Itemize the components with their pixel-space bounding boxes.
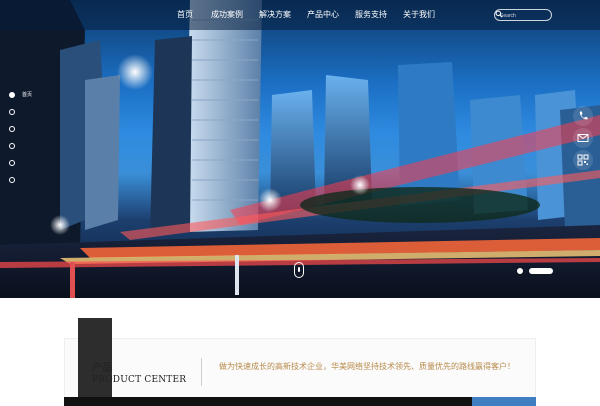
nav-item-products[interactable]: 产品中心 <box>307 9 339 20</box>
slide-dot[interactable] <box>517 268 523 274</box>
section-dot[interactable] <box>9 143 15 149</box>
nav-item-about[interactable]: 关于我们 <box>403 9 435 20</box>
phone-icon <box>579 111 588 120</box>
section-dot[interactable] <box>9 177 15 183</box>
dot-label-home: 首页 <box>22 92 33 98</box>
product-center-section: 产品 PRODUCT CENTER 做为快速成长的高新技术企业，华美网络坚持技术… <box>0 298 600 406</box>
slide-dot-active[interactable] <box>529 268 553 274</box>
divider <box>201 358 202 386</box>
nav-item-cases[interactable]: 成功案例 <box>211 9 243 20</box>
city-night-photo <box>0 0 600 298</box>
scroll-down-indicator[interactable] <box>294 262 304 278</box>
section-dot[interactable] <box>9 109 15 115</box>
section-dot[interactable] <box>9 160 15 166</box>
nav-item-home[interactable]: 首页 <box>177 9 193 20</box>
nav-item-support[interactable]: 服务支持 <box>355 9 387 20</box>
search-icon[interactable] <box>495 10 503 18</box>
email-contact-button[interactable] <box>573 128 593 148</box>
product-image-strip <box>64 397 472 406</box>
search-box <box>494 9 552 21</box>
product-accent-strip <box>472 397 536 406</box>
phone-contact-button[interactable] <box>573 106 593 126</box>
search-input[interactable] <box>500 11 540 20</box>
slider-pagination <box>517 266 555 276</box>
product-center-title-en: PRODUCT CENTER <box>92 375 187 385</box>
qrcode-icon <box>577 154 589 166</box>
top-navigation-bar: 首页 成功案例 解决方案 产品中心 服务支持 关于我们 <box>0 0 600 30</box>
mail-icon <box>577 134 589 142</box>
product-center-description: 做为快速成长的高新技术企业，华美网络坚持技术领先、质量优先的路线赢得客户！ <box>219 362 515 371</box>
product-center-title-cn: 产品 <box>92 363 112 374</box>
nav-item-solutions[interactable]: 解决方案 <box>259 9 291 20</box>
section-dot-home[interactable]: 首页 <box>9 92 32 98</box>
hero-banner: 首页 成功案例 解决方案 产品中心 服务支持 关于我们 首页 <box>0 0 600 298</box>
section-dot[interactable] <box>9 126 15 132</box>
qrcode-button[interactable] <box>573 150 593 170</box>
product-center-panel <box>64 338 536 406</box>
